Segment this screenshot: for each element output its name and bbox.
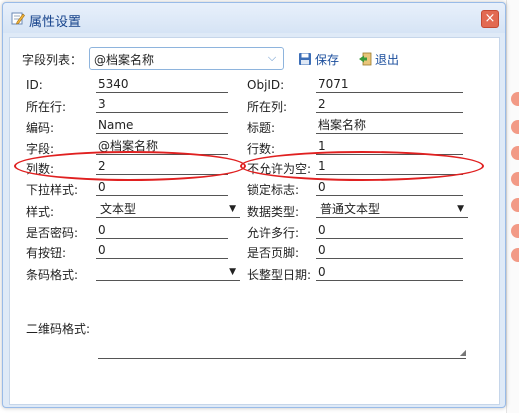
save-icon bbox=[299, 53, 311, 65]
field-code[interactable]: Name bbox=[96, 118, 228, 134]
dialog-title: 属性设置 bbox=[29, 15, 82, 30]
dialog-titlebar[interactable]: 属性设置 × bbox=[3, 3, 505, 33]
datatype-select-value: 普通文本型 bbox=[320, 202, 381, 216]
field-row[interactable]: 3 bbox=[96, 97, 228, 113]
exit-icon bbox=[359, 52, 372, 66]
label-dropstyle: 下拉样式: bbox=[26, 183, 79, 197]
exit-label: 退出 bbox=[375, 53, 400, 67]
field-list-select[interactable]: @档案名称 ⌵ bbox=[89, 47, 284, 70]
label-style: 样式: bbox=[26, 205, 55, 219]
label-lockflag: 锁定标志: bbox=[247, 183, 300, 197]
dialog-body: 字段列表： @档案名称 ⌵ 保存 退出 ID: 所在行: 编码: 字段: 列数:… bbox=[9, 37, 500, 405]
field-password[interactable]: 0 bbox=[96, 223, 228, 239]
field-multiline[interactable]: 0 bbox=[316, 223, 463, 239]
field-dropstyle[interactable]: 0 bbox=[96, 180, 228, 196]
dropdown-arrow-icon: ▼ bbox=[229, 267, 236, 277]
label-title: 标题: bbox=[247, 121, 276, 135]
field-list-label: 字段列表： bbox=[22, 53, 83, 67]
background-page bbox=[506, 0, 519, 413]
field-footer[interactable]: 0 bbox=[316, 243, 463, 259]
background-marker bbox=[511, 146, 519, 160]
datatype-select[interactable]: 普通文本型 ▼ bbox=[316, 202, 468, 218]
save-label: 保存 bbox=[315, 53, 340, 67]
field-hasbutton[interactable]: 0 bbox=[96, 243, 228, 259]
dropdown-arrow-icon: ▼ bbox=[229, 204, 236, 214]
label-hasbutton: 有按钮: bbox=[26, 246, 67, 260]
field-lockflag[interactable]: 0 bbox=[316, 180, 463, 196]
label-objid: ObjID: bbox=[247, 78, 285, 92]
background-marker bbox=[511, 172, 519, 186]
field-col[interactable]: 2 bbox=[316, 97, 463, 113]
dropdown-arrow-icon: ▼ bbox=[457, 204, 464, 214]
label-multiline: 允许多行: bbox=[247, 226, 300, 240]
label-password: 是否密码: bbox=[26, 226, 79, 240]
style-select[interactable]: 文本型 ▼ bbox=[96, 202, 240, 218]
field-id[interactable]: 5340 bbox=[96, 77, 228, 93]
resize-handle-icon[interactable]: ◢ bbox=[460, 348, 466, 357]
field-title[interactable]: 档案名称 bbox=[316, 118, 463, 134]
label-footer: 是否页脚: bbox=[247, 246, 300, 260]
field-objid[interactable]: 7071 bbox=[316, 77, 463, 93]
background-marker bbox=[511, 248, 519, 262]
style-select-value: 文本型 bbox=[100, 202, 137, 216]
background-marker bbox=[511, 120, 519, 134]
barcode-select[interactable]: ▼ bbox=[96, 265, 240, 281]
label-barcode: 条码格式: bbox=[26, 268, 79, 282]
label-code: 编码: bbox=[26, 121, 55, 135]
background-marker bbox=[511, 92, 519, 106]
close-button[interactable]: × bbox=[481, 10, 499, 28]
field-longdate[interactable]: 0 bbox=[316, 265, 463, 281]
field-list-value: @档案名称 bbox=[94, 53, 155, 67]
label-longdate: 长整型日期: bbox=[247, 268, 312, 282]
background-marker bbox=[511, 224, 519, 238]
label-col: 所在列: bbox=[247, 100, 288, 114]
background-marker bbox=[511, 198, 519, 212]
annotation-ellipse-colspan bbox=[14, 151, 246, 181]
exit-button[interactable]: 退出 bbox=[358, 51, 399, 68]
property-dialog: 属性设置 × 字段列表： @档案名称 ⌵ 保存 退出 ID: 所在行: 编码: … bbox=[2, 2, 506, 408]
chevron-down-icon[interactable]: ⌵ bbox=[264, 50, 280, 66]
edit-icon bbox=[11, 12, 25, 25]
label-datatype: 数据类型: bbox=[247, 205, 300, 219]
label-qrcode: 二维码格式: bbox=[26, 322, 91, 336]
label-row: 所在行: bbox=[26, 100, 67, 114]
label-rows: 行数: bbox=[247, 142, 276, 156]
close-icon: × bbox=[484, 11, 496, 26]
annotation-ellipse-notnull bbox=[240, 151, 484, 181]
save-button[interactable]: 保存 bbox=[298, 51, 339, 68]
label-id: ID: bbox=[26, 78, 43, 92]
qrcode-textarea[interactable]: ◢ bbox=[98, 322, 466, 359]
